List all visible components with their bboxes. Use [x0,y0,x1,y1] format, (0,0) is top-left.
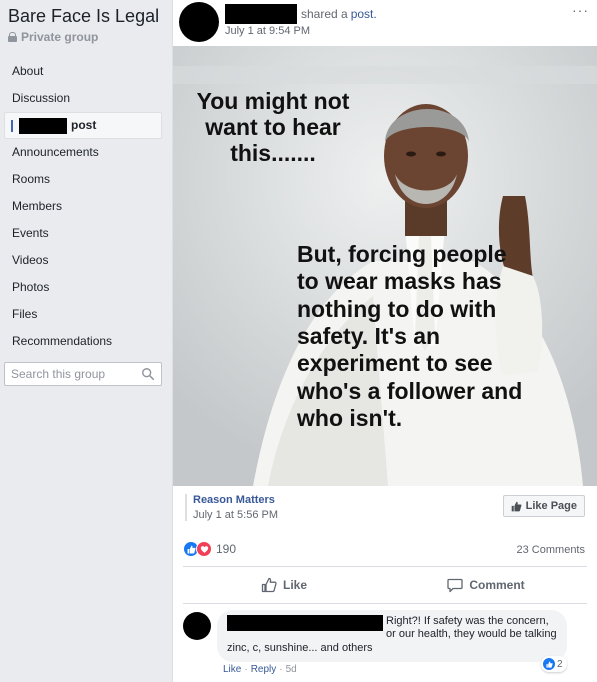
commenter-avatar[interactable] [183,612,211,640]
comment-button[interactable]: Comment [385,567,587,603]
nav-item-files[interactable]: Files [4,301,162,328]
nav-item-rooms[interactable]: Rooms [4,166,162,193]
author-name-redacted[interactable] [225,4,297,24]
group-search [4,362,162,386]
feed-post: shared a post. July 1 at 9:54 PM ··· You… [172,0,597,682]
source-timestamp[interactable]: July 1 at 5:56 PM [193,509,278,521]
redaction-box [19,117,67,134]
search-icon[interactable] [141,367,155,381]
nav-item-photos[interactable]: Photos [4,274,162,301]
reaction-summary[interactable]: 190 [183,541,236,557]
shared-post-link[interactable]: post. [351,7,377,21]
nav-item-recommendations[interactable]: Recommendations [4,328,162,355]
more-options-icon[interactable]: ··· [572,2,589,18]
group-name[interactable]: Bare Face Is Legal [8,6,159,27]
nav-item-discussion[interactable]: Discussion [4,85,162,112]
lock-icon [8,32,17,42]
source-page-name[interactable]: Reason Matters [193,494,278,506]
group-search-input[interactable] [11,367,131,381]
meme-text-bottom: But, forcing people to wear masks has no… [297,241,523,432]
post-header: shared a post. [225,4,377,24]
comment-reaction-count: 2 [557,658,563,670]
nav-item-announcements[interactable]: Announcements [4,139,162,166]
shared-source: Reason Matters July 1 at 5:56 PM [185,494,278,521]
comment-like-link[interactable]: Like [223,664,241,675]
comment-icon [447,578,463,593]
comment-timestamp[interactable]: 5d [286,664,297,675]
group-nav: About Discussion post Announcements Room… [4,58,162,355]
thumbs-up-icon [511,501,522,511]
comment-bubble: Right?! If safety was the concern, or ou… [217,610,567,662]
reaction-count: 190 [216,542,237,556]
comment-meta: Like · Reply · 5d [223,664,297,675]
love-reaction-icon [196,541,212,557]
like-page-button[interactable]: Like Page [502,495,585,517]
post-timestamp[interactable]: July 1 at 9:54 PM [225,25,310,37]
comment-reaction-badge[interactable]: 2 [541,656,567,672]
meme-text-top: You might not want to hear this....... [196,88,350,167]
nav-item-post[interactable]: post [4,112,162,139]
separator-dot: · [279,664,283,675]
nav-item-events[interactable]: Events [4,220,162,247]
post-image[interactable]: You might not want to hear this....... B… [173,46,597,486]
privacy-label: Private group [21,30,99,44]
nav-item-videos[interactable]: Videos [4,247,162,274]
comment-button-label: Comment [469,578,525,592]
shared-text: shared a [301,7,348,21]
like-button[interactable]: Like [183,567,385,603]
nav-item-members[interactable]: Members [4,193,162,220]
post-actions: Like Comment [183,566,587,604]
author-avatar[interactable] [179,2,219,42]
comment-reply-link[interactable]: Reply [251,664,277,675]
like-page-label: Like Page [525,500,577,512]
comments-count[interactable]: 23 Comments [517,544,585,556]
like-reaction-icon [543,658,555,670]
group-privacy: Private group [8,30,98,44]
nav-item-post-label: post [71,118,97,132]
separator-dot: · [244,664,248,675]
group-sidebar: Bare Face Is Legal Private group About D… [0,0,170,682]
active-indicator [11,119,13,132]
commenter-name-redacted[interactable] [227,615,383,631]
thumbs-up-outline-icon [261,577,277,593]
like-button-label: Like [282,578,307,592]
nav-item-about[interactable]: About [4,58,162,85]
